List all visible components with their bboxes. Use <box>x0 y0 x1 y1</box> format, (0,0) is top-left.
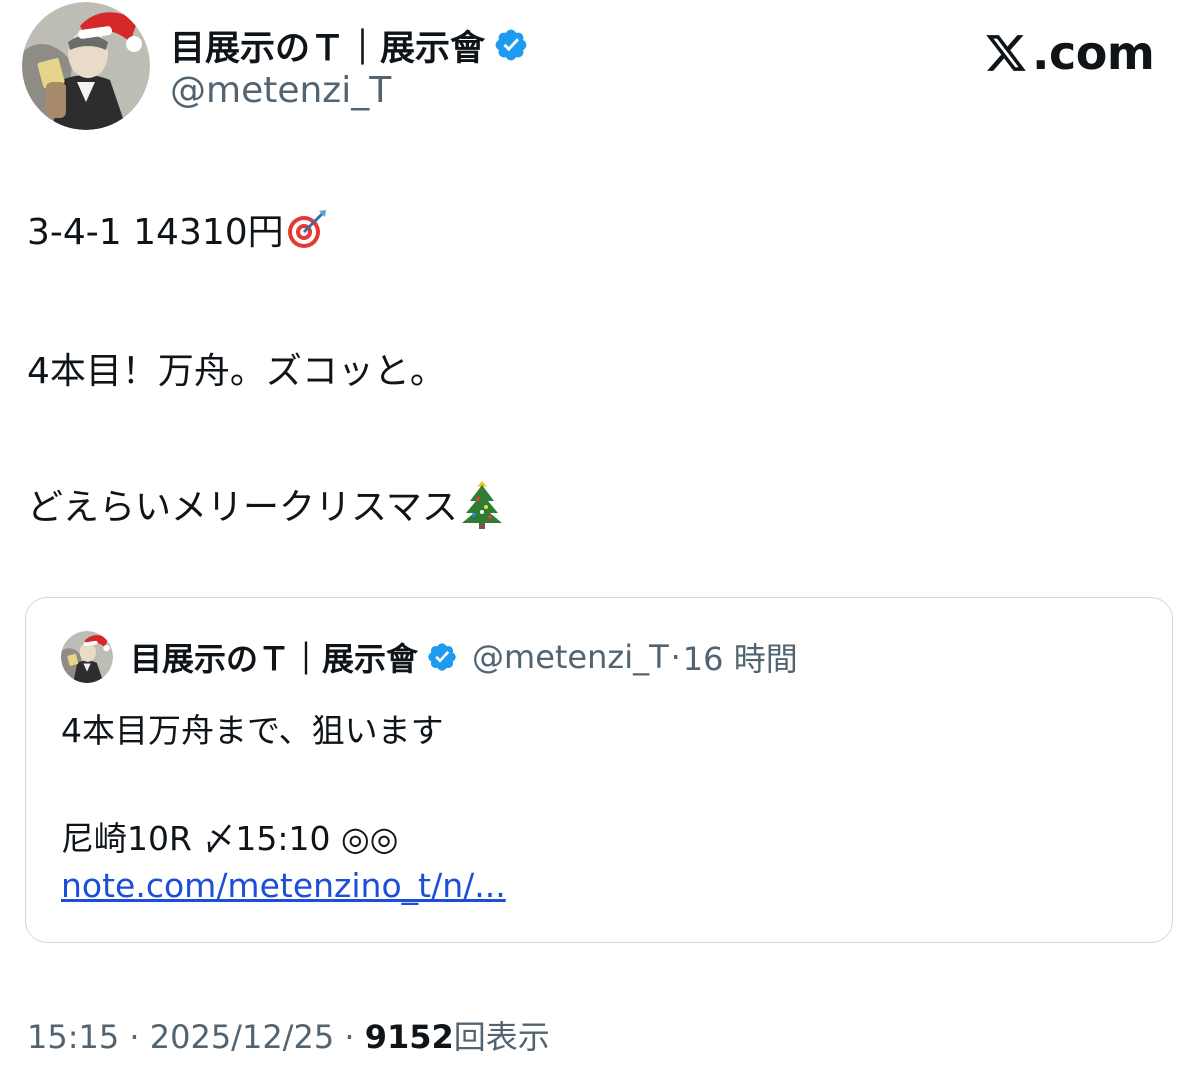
author-name-row[interactable]: 目展示のＴ｜展示會 <box>170 20 529 70</box>
quoted-note-link[interactable]: note.com/metenzino_t/n/... <box>61 866 506 905</box>
tweet-text-line-2: 4本目！万舟。ズコッと。 <box>27 351 446 392</box>
meta-separator-2: · <box>344 1018 355 1056</box>
tweet-time[interactable]: 15:15 <box>27 1018 119 1056</box>
quoted-verified-badge-icon <box>426 641 458 673</box>
tweet-line-2: 4本目！万舟。ズコッと。 <box>27 342 446 394</box>
tweet-line-3: どえらいメリークリスマス <box>27 476 504 532</box>
christmas-tree-icon <box>460 479 504 529</box>
quoted-tweet-card[interactable]: 目展示のＴ｜展示會 @metenzi_T · 16 時間 4本目万舟まで、狙いま… <box>25 597 1173 943</box>
views-label: 回表示 <box>453 1018 550 1056</box>
tweet-line-1: 3-4-1 14310円 <box>27 203 328 255</box>
author-handle[interactable]: @metenzi_T <box>170 70 391 111</box>
quoted-author-handle: @metenzi_T <box>472 638 669 676</box>
quoted-text-line-2: 尼崎10R 〆15:10 ◎◎ <box>61 819 399 858</box>
quoted-timestamp: 16 時間 <box>682 640 798 678</box>
x-logo-icon <box>986 35 1026 71</box>
quoted-author-name: 目展示のＴ｜展示會 <box>130 640 419 678</box>
direct-hit-dart-icon <box>286 208 328 250</box>
verified-badge-icon <box>493 27 529 63</box>
tweet-date[interactable]: 2025/12/25 <box>150 1018 334 1056</box>
views-count: 9152 <box>364 1018 454 1056</box>
quoted-text-line-1: 4本目万舟まで、狙います <box>61 711 444 750</box>
quoted-author-avatar[interactable] <box>61 631 113 683</box>
quoted-separator: · <box>670 638 681 676</box>
meta-separator-1: · <box>129 1018 140 1056</box>
tweet-meta: 15:15 · 2025/12/25 · 9152回表示 <box>27 1012 550 1058</box>
tweet-text-line-3: どえらいメリークリスマス <box>27 487 458 528</box>
author-name: 目展示のＴ｜展示會 <box>170 28 486 69</box>
x-brand-logo: .com <box>983 26 1155 80</box>
quoted-tweet-header: 目展示のＴ｜展示會 @metenzi_T · 16 時間 <box>130 634 798 680</box>
author-avatar[interactable] <box>22 2 150 130</box>
tweet-text-line-1: 3-4-1 14310円 <box>27 212 284 253</box>
brand-domain-text: .com <box>1032 26 1155 80</box>
